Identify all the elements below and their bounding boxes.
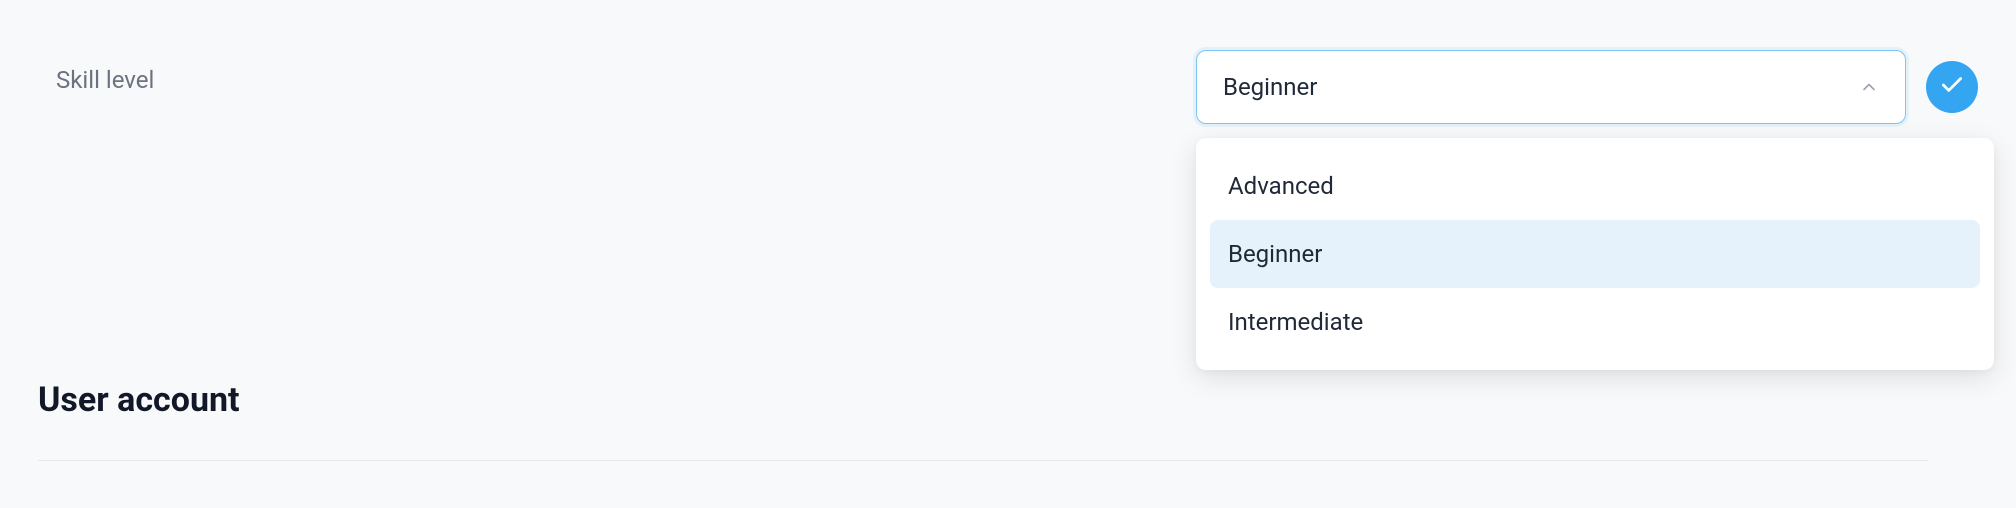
skill-level-select-container: Beginner Advanced Beginner Intermediate	[1196, 50, 1906, 124]
skill-level-dropdown: Advanced Beginner Intermediate	[1196, 138, 1994, 370]
dropdown-option-advanced[interactable]: Advanced	[1210, 152, 1980, 220]
skill-level-label: Skill level	[56, 66, 154, 94]
dropdown-option-intermediate[interactable]: Intermediate	[1210, 288, 1980, 356]
dropdown-option-beginner[interactable]: Beginner	[1210, 220, 1980, 288]
skill-level-control-wrap: Beginner Advanced Beginner Intermediate	[1196, 50, 1978, 124]
skill-level-selected-value: Beginner	[1223, 73, 1317, 101]
dropdown-option-label: Advanced	[1228, 172, 1334, 200]
skill-level-row: Skill level Beginner Advanced Beginner	[0, 0, 2016, 124]
section-heading-user-account: User account	[38, 380, 240, 420]
section-divider	[38, 460, 1928, 461]
dropdown-option-label: Intermediate	[1228, 308, 1363, 336]
chevron-up-icon	[1859, 77, 1879, 97]
skill-level-select[interactable]: Beginner	[1196, 50, 1906, 124]
dropdown-option-label: Beginner	[1228, 240, 1322, 268]
check-icon	[1939, 72, 1965, 102]
confirm-button[interactable]	[1926, 61, 1978, 113]
